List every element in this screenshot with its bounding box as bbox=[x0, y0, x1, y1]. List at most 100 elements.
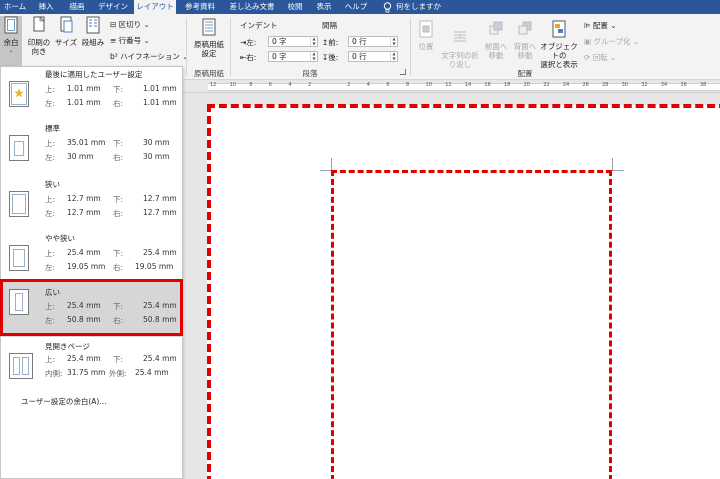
spacing-after-label: ↧後: bbox=[322, 53, 339, 62]
preset-bottom-value: 12.7 mm bbox=[143, 194, 177, 203]
tab-review[interactable]: 校閲 bbox=[282, 0, 308, 14]
group-objects-button[interactable]: ▣ グループ化 ⌄ bbox=[584, 36, 639, 47]
ruler-tick-label: 10 bbox=[229, 82, 236, 88]
selection-pane-button[interactable]: オブジェクトの 選択と表示 bbox=[538, 20, 580, 69]
manuscript-icon bbox=[202, 18, 216, 36]
preset-bottom-value: 1.01 mm bbox=[143, 84, 177, 93]
bring-forward-button[interactable]: 前面へ 移動 bbox=[482, 20, 510, 60]
send-backward-label: 背面へ 移動 bbox=[513, 42, 537, 60]
paragraph-launcher-icon[interactable] bbox=[400, 69, 406, 75]
horizontal-ruler[interactable]: 12 10 8 6 4 2 2 4 6 8 10 12 14 16 18 20 22 24 26 28 30 32 34 36… bbox=[183, 81, 720, 93]
align-button[interactable]: ⊫ 配置 ⌄ bbox=[584, 20, 617, 31]
margins-button[interactable]: 余白 ⌄ bbox=[0, 16, 22, 66]
spacing-before-input[interactable]: 0 行 ▲ ▼ bbox=[348, 36, 398, 47]
line-numbers-button[interactable]: ≡ 行番号 ⌄ bbox=[110, 35, 150, 46]
preset-bottom-value: 25.4 mm bbox=[143, 248, 177, 257]
wrap-text-icon bbox=[454, 31, 466, 42]
ruler-tick-label: 6 bbox=[386, 82, 390, 88]
text-boundary-corner-mark bbox=[612, 170, 624, 171]
wrap-text-button[interactable]: 文字列の折 り返し bbox=[440, 20, 480, 78]
tab-mailings[interactable]: 差し込み文書 bbox=[224, 0, 280, 14]
tab-help[interactable]: ヘルプ bbox=[341, 0, 371, 14]
preset-right-value: 30 mm bbox=[143, 152, 170, 161]
tab-draw[interactable]: 描画 bbox=[63, 0, 91, 14]
indent-right-input[interactable]: 0 字 ▲ ▼ bbox=[268, 51, 318, 62]
page-size-icon bbox=[60, 16, 73, 33]
group-separator bbox=[410, 18, 411, 76]
mirrored-thumbnail-icon bbox=[9, 353, 33, 379]
margin-preset-mirrored[interactable]: 見開きページ 上: 25.4 mm 下: 25.4 mm 内側: 31.75 m… bbox=[1, 341, 184, 401]
preset-top-value: 25.4 mm bbox=[67, 248, 101, 257]
lightbulb-icon bbox=[383, 2, 392, 13]
line-numbers-icon: ≡ bbox=[110, 36, 119, 45]
bring-forward-icon bbox=[489, 21, 503, 35]
preset-left-value: 19.05 mm bbox=[67, 262, 106, 271]
indent-left-input[interactable]: 0 字 ▲ ▼ bbox=[268, 36, 318, 47]
indent-right-label: ⇤右: bbox=[240, 53, 257, 62]
tab-view[interactable]: 表示 bbox=[311, 0, 337, 14]
preset-top-value: 25.4 mm bbox=[67, 354, 101, 363]
spinner-arrows-icon[interactable]: ▲ ▼ bbox=[310, 36, 317, 46]
narrow-thumbnail-icon bbox=[9, 191, 29, 217]
selection-pane-label: オブジェクトの 選択と表示 bbox=[540, 42, 578, 69]
hyphenation-button[interactable]: b² ハイフネーション ⌄ bbox=[110, 51, 189, 62]
manuscript-group-label: 原稿用紙 bbox=[194, 69, 224, 78]
preset-right-value: 19.05 mm bbox=[135, 262, 174, 271]
ruler-tick-label: 4 bbox=[288, 82, 292, 88]
ruler-tick-label: 38 bbox=[700, 82, 707, 88]
margin-preset-last-custom[interactable]: 最後に適用したユーザー設定 上: 1.01 mm 下: 1.01 mm 左: 1… bbox=[1, 69, 184, 129]
manuscript-settings-label: 原稿用紙 設定 bbox=[194, 40, 224, 58]
send-backward-button[interactable]: 背面へ 移動 bbox=[511, 20, 539, 60]
spacing-after-input[interactable]: 0 行 ▲ ▼ bbox=[348, 51, 398, 62]
custom-margins-item[interactable]: ユーザー設定の余白(A)... bbox=[21, 396, 106, 407]
ruler-tick-label: 2 bbox=[347, 82, 351, 88]
spinner-arrows-icon[interactable]: ▲ ▼ bbox=[390, 36, 397, 46]
margin-preset-narrow[interactable]: 狭い 上: 12.7 mm 下: 12.7 mm 左: 12.7 mm 右: 1… bbox=[1, 179, 184, 239]
spinner-arrows-icon[interactable]: ▲ ▼ bbox=[390, 51, 397, 61]
rotate-button[interactable]: ⟳ 回転 ⌄ bbox=[584, 52, 616, 63]
position-button[interactable]: 位置 bbox=[414, 20, 438, 51]
vertical-ruler-area bbox=[183, 94, 207, 479]
breaks-button[interactable]: ⊟ 区切り ⌄ bbox=[110, 19, 150, 30]
preset-top-value: 12.7 mm bbox=[67, 194, 101, 203]
moderate-thumbnail-icon bbox=[9, 245, 29, 271]
rotate-icon: ⟳ bbox=[584, 53, 593, 62]
normal-thumbnail-icon bbox=[9, 135, 29, 161]
preset-bottom-value: 30 mm bbox=[143, 138, 170, 147]
margins-dropdown: 最後に適用したユーザー設定 上: 1.01 mm 下: 1.01 mm 左: 1… bbox=[0, 66, 184, 479]
preset-top-value: 1.01 mm bbox=[67, 84, 101, 93]
selection-pane-icon bbox=[552, 20, 566, 38]
margins-label: 余白 bbox=[3, 38, 19, 47]
spacing-before-label: ↥前: bbox=[322, 38, 339, 47]
margin-preset-normal[interactable]: 標準 上: 35.01 mm 下: 30 mm 左: 30 mm 右: 30 m… bbox=[1, 123, 184, 183]
ruler-tick-label: 6 bbox=[268, 82, 272, 88]
indent-header: インデント bbox=[240, 21, 278, 30]
manuscript-settings-button[interactable]: 原稿用紙 設定 bbox=[191, 18, 227, 58]
tab-home[interactable]: ホーム bbox=[0, 0, 30, 14]
ruler-tick-label: 4 bbox=[366, 82, 370, 88]
hyphenation-icon: b² bbox=[110, 52, 121, 61]
ruler-tick-label: 28 bbox=[602, 82, 609, 88]
preset-name: 見開きページ bbox=[45, 342, 90, 351]
ruler-tick-label: 2 bbox=[308, 82, 312, 88]
size-label: サイズ bbox=[54, 38, 78, 47]
preset-name: 標準 bbox=[45, 124, 60, 133]
size-button[interactable]: サイズ bbox=[54, 16, 78, 47]
preset-right-value: 1.01 mm bbox=[143, 98, 177, 107]
columns-button[interactable]: 段組み bbox=[80, 16, 106, 47]
ruler-tick-label: 12 bbox=[445, 82, 452, 88]
ribbon-tab-bar: ホーム 挿入 描画 デザイン レイアウト 参考資料 差し込み文書 校閲 表示 ヘ… bbox=[0, 0, 720, 14]
ruler-tick-label: 26 bbox=[582, 82, 589, 88]
orientation-button[interactable]: 印刷の 向き bbox=[25, 16, 53, 56]
preset-bottom-value: 25.4 mm bbox=[143, 354, 177, 363]
preset-right-value: 12.7 mm bbox=[143, 208, 177, 217]
tell-me-search[interactable]: 何をしますか bbox=[396, 0, 446, 14]
tab-references[interactable]: 参考資料 bbox=[180, 0, 220, 14]
orientation-label: 印刷の 向き bbox=[27, 38, 51, 56]
tab-insert[interactable]: 挿入 bbox=[32, 0, 60, 14]
preset-left-value: 31.75 mm bbox=[67, 368, 106, 377]
tab-design[interactable]: デザイン bbox=[94, 0, 132, 14]
breaks-icon: ⊟ bbox=[110, 20, 119, 29]
tab-layout[interactable]: レイアウト bbox=[134, 0, 176, 14]
spinner-arrows-icon[interactable]: ▲ ▼ bbox=[310, 51, 317, 61]
